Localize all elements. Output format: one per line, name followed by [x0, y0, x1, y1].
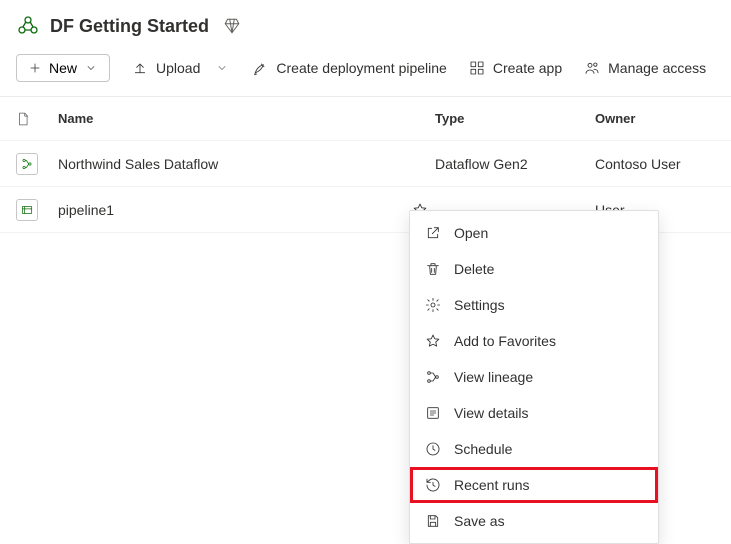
menu-recent-runs[interactable]: Recent runs: [410, 467, 658, 503]
menu-label: Schedule: [454, 441, 512, 457]
menu-view-details[interactable]: View details: [410, 395, 658, 431]
menu-label: Delete: [454, 261, 494, 277]
menu-settings[interactable]: Settings: [410, 287, 658, 323]
dataflow-icon: [16, 153, 38, 175]
create-app-label: Create app: [493, 60, 562, 76]
menu-label: View lineage: [454, 369, 533, 385]
menu-label: Recent runs: [454, 477, 529, 493]
menu-label: Settings: [454, 297, 505, 313]
column-header-type[interactable]: Type: [435, 111, 595, 126]
row-owner: Contoso User: [595, 156, 715, 172]
menu-label: Save as: [454, 513, 505, 529]
table-row[interactable]: Northwind Sales Dataflow Dataflow Gen2 C…: [0, 141, 731, 187]
trash-icon: [424, 260, 442, 278]
row-name: Northwind Sales Dataflow: [52, 156, 405, 172]
rocket-icon: [252, 60, 268, 76]
gear-icon: [424, 296, 442, 314]
workspace-header: DF Getting Started: [0, 0, 731, 46]
manage-access-label: Manage access: [608, 60, 706, 76]
workspace-icon: [16, 14, 40, 38]
create-deployment-pipeline-button[interactable]: Create deployment pipeline: [252, 60, 446, 76]
upload-button[interactable]: Upload: [132, 60, 230, 76]
upload-icon: [132, 60, 148, 76]
menu-open[interactable]: Open: [410, 215, 658, 251]
people-icon: [584, 60, 600, 76]
column-header-name[interactable]: Name: [52, 111, 405, 126]
menu-delete[interactable]: Delete: [410, 251, 658, 287]
clock-icon: [424, 440, 442, 458]
chevron-down-icon: [214, 60, 230, 76]
manage-access-button[interactable]: Manage access: [584, 60, 706, 76]
menu-label: Add to Favorites: [454, 333, 556, 349]
deploy-label: Create deployment pipeline: [276, 60, 446, 76]
create-app-button[interactable]: Create app: [469, 60, 562, 76]
column-header-icon: [16, 111, 52, 127]
details-icon: [424, 404, 442, 422]
chevron-down-icon: [83, 60, 99, 76]
row-type: Dataflow Gen2: [435, 156, 595, 172]
new-button-label: New: [49, 60, 77, 76]
open-icon: [424, 224, 442, 242]
menu-schedule[interactable]: Schedule: [410, 431, 658, 467]
lineage-icon: [424, 368, 442, 386]
menu-view-lineage[interactable]: View lineage: [410, 359, 658, 395]
app-grid-icon: [469, 60, 485, 76]
menu-save-as[interactable]: Save as: [410, 503, 658, 539]
row-name: pipeline1: [52, 202, 405, 218]
table-header: Name Type Owner: [0, 97, 731, 141]
menu-label: Open: [454, 225, 488, 241]
history-icon: [424, 476, 442, 494]
menu-add-to-favorites[interactable]: Add to Favorites: [410, 323, 658, 359]
plus-icon: [27, 60, 43, 76]
column-header-owner[interactable]: Owner: [595, 111, 715, 126]
star-icon: [424, 332, 442, 350]
context-menu: Open Delete Settings Add to Favorites Vi…: [409, 210, 659, 544]
new-button[interactable]: New: [16, 54, 110, 82]
pipeline-icon: [16, 199, 38, 221]
upload-label: Upload: [156, 60, 200, 76]
save-icon: [424, 512, 442, 530]
premium-diamond-icon: [223, 17, 241, 35]
workspace-title: DF Getting Started: [50, 16, 209, 37]
command-bar: New Upload Create deployment pipeline Cr…: [0, 46, 731, 97]
menu-label: View details: [454, 405, 528, 421]
